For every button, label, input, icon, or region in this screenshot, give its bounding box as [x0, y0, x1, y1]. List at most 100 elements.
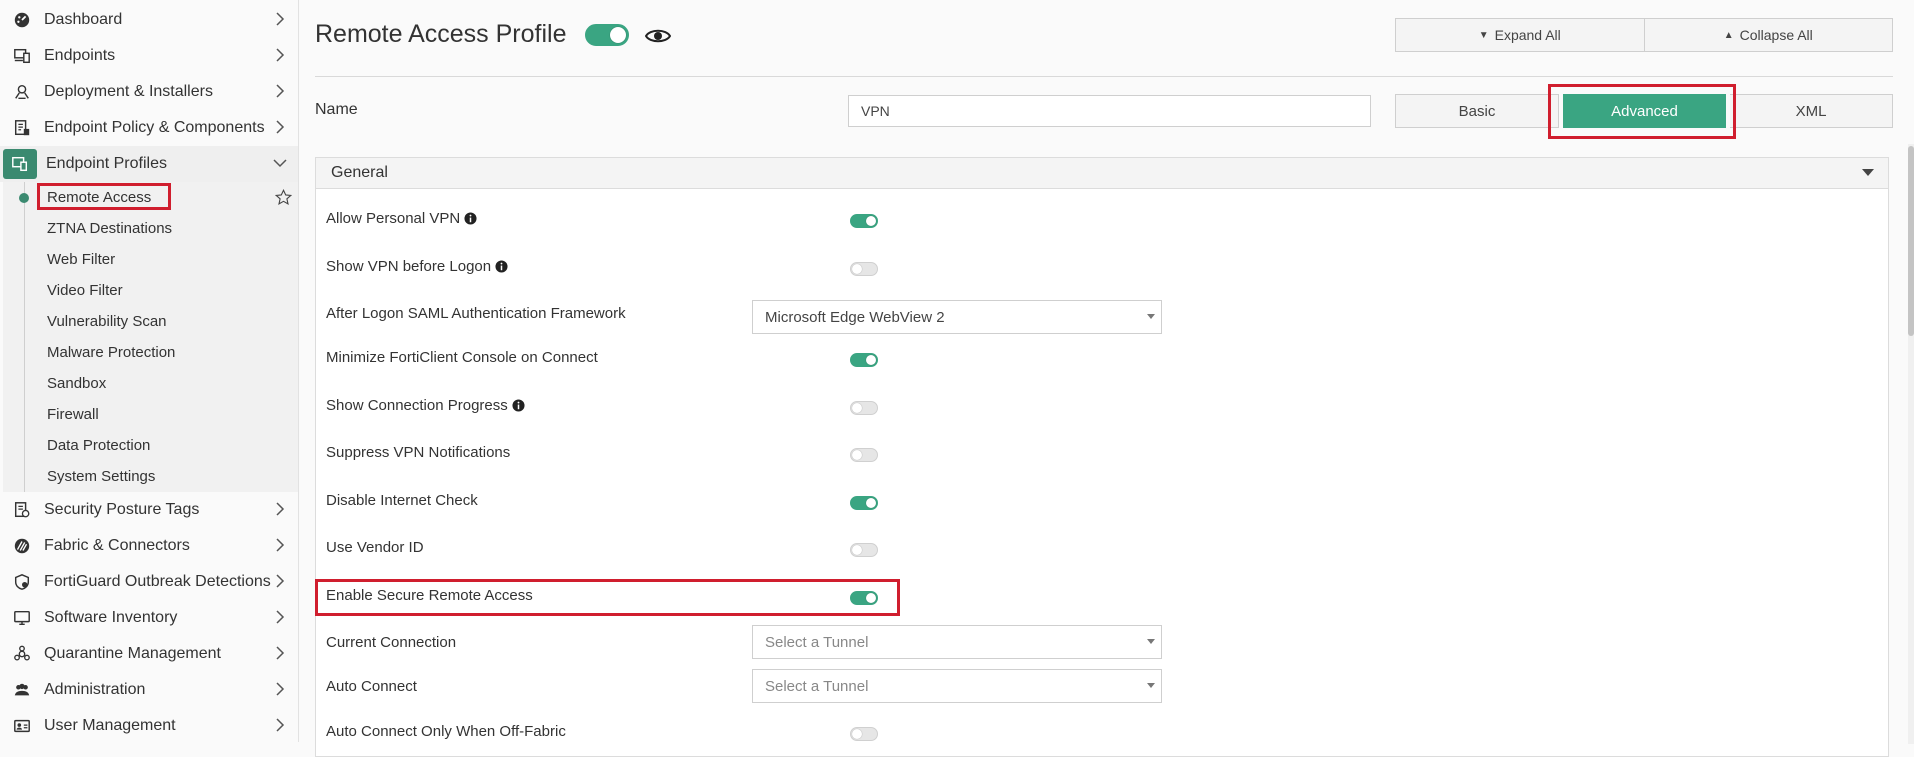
show-connection-progress-toggle[interactable]	[850, 401, 878, 415]
sidebar-item-label: Administration	[44, 681, 146, 698]
sidebar-item-fabric-connectors[interactable]: Fabric & Connectors	[0, 528, 298, 564]
advanced-highlight-box	[1548, 84, 1736, 139]
row-label: Suppress VPN Notifications	[326, 444, 511, 461]
sidebar-subitem-label: Firewall	[47, 406, 99, 423]
sidebar-subitem-video-filter[interactable]: Video Filter	[3, 275, 298, 306]
info-icon[interactable]	[512, 399, 525, 412]
sidebar-item-label: Deployment & Installers	[44, 83, 213, 100]
profile-enabled-toggle[interactable]	[585, 24, 629, 46]
policy-icon	[12, 118, 32, 138]
sidebar-item-label: Quarantine Management	[44, 645, 221, 662]
sidebar-item-endpoints[interactable]: Endpoints	[0, 38, 298, 74]
deployment-icon	[12, 82, 32, 102]
sidebar-subitem-web-filter[interactable]: Web Filter	[3, 244, 298, 275]
sidebar-subitem-label: Data Protection	[47, 437, 151, 454]
row-label: Current Connection	[326, 634, 457, 651]
sidebar-subitem-remote-access[interactable]: Remote Access	[3, 182, 298, 213]
xml-mode-button[interactable]: XML	[1730, 94, 1893, 128]
sidebar-item-deployment[interactable]: Deployment & Installers	[0, 74, 298, 110]
collapse-all-label: Collapse All	[1739, 27, 1813, 43]
basic-mode-button[interactable]: Basic	[1395, 94, 1559, 128]
info-icon[interactable]	[464, 212, 477, 225]
basic-mode-label: Basic	[1458, 102, 1496, 120]
sidebar-item-label: Endpoint Policy & Components	[44, 119, 265, 136]
sidebar-item-fortiguard-outbreak[interactable]: FortiGuard Outbreak Detections	[0, 564, 298, 600]
scrollbar-thumb[interactable]	[1908, 146, 1914, 336]
auto-connect-select[interactable]: Select a Tunnel	[752, 669, 1162, 703]
general-panel-title: General	[331, 164, 388, 181]
chevron-right-icon	[276, 574, 285, 588]
sidebar: Dashboard Endpoints Deployment & Install…	[0, 0, 299, 742]
chevron-right-icon	[276, 682, 285, 696]
sidebar-subitem-firewall[interactable]: Firewall	[3, 399, 298, 430]
suppress-vpn-notifications-toggle[interactable]	[850, 448, 878, 462]
current-connection-select[interactable]: Select a Tunnel	[752, 625, 1162, 659]
inventory-icon	[12, 608, 32, 628]
sidebar-item-user-management[interactable]: User Management	[0, 708, 298, 742]
show-vpn-before-logon-toggle[interactable]	[850, 262, 878, 276]
name-input[interactable]: VPN	[848, 95, 1371, 127]
sidebar-item-dashboard[interactable]: Dashboard	[0, 2, 298, 38]
expand-all-label: Expand All	[1494, 27, 1561, 43]
collapse-all-button[interactable]: ▲ Collapse All	[1644, 18, 1893, 52]
chevron-down-icon	[273, 159, 287, 168]
chevron-right-icon	[276, 646, 285, 660]
name-label: Name	[315, 101, 358, 118]
highlight-box	[37, 183, 171, 210]
sidebar-subitem-label: ZTNA Destinations	[47, 220, 173, 237]
eye-icon[interactable]	[645, 26, 671, 46]
caret-down-icon: ▼	[1478, 29, 1489, 41]
row-label: Minimize FortiClient Console on Connect	[326, 349, 598, 366]
auto-connect-off-fabric-toggle[interactable]	[850, 727, 878, 741]
row-label: After Logon SAML Authentication Framewor…	[326, 305, 626, 322]
expand-collapse-group: ▼ Expand All ▲ Collapse All	[1395, 18, 1893, 52]
sidebar-item-administration[interactable]: Administration	[0, 672, 298, 708]
caret-up-icon: ▲	[1723, 29, 1734, 41]
sidebar-subitem-data-protection[interactable]: Data Protection	[3, 430, 298, 461]
sidebar-subitem-system-settings[interactable]: System Settings	[3, 461, 298, 492]
sidebar-item-security-posture-tags[interactable]: Security Posture Tags	[0, 492, 298, 528]
use-vendor-id-toggle[interactable]	[850, 543, 878, 557]
info-icon[interactable]	[495, 260, 508, 273]
header-divider	[315, 76, 1893, 77]
sidebar-subitem-label: System Settings	[47, 468, 156, 485]
sidebar-subitem-malware-protection[interactable]: Malware Protection	[3, 337, 298, 368]
sidebar-item-quarantine-management[interactable]: Quarantine Management	[0, 636, 298, 672]
sidebar-subitem-ztna-destinations[interactable]: ZTNA Destinations	[3, 213, 298, 244]
disable-internet-check-toggle[interactable]	[850, 496, 878, 510]
general-panel: General Allow Personal VPN Show VPN befo…	[315, 157, 1889, 757]
row-label: Show Connection Progress	[326, 397, 508, 414]
sidebar-item-label: Endpoint Profiles	[46, 155, 167, 172]
sidebar-item-software-inventory[interactable]: Software Inventory	[0, 600, 298, 636]
secure-remote-access-highlight-box	[315, 579, 900, 616]
chevron-right-icon	[276, 538, 285, 552]
fabric-icon	[12, 536, 32, 556]
sidebar-subitem-label: Malware Protection	[47, 344, 176, 361]
endpoints-icon	[12, 46, 32, 66]
allow-personal-vpn-toggle[interactable]	[850, 214, 878, 228]
chevron-right-icon	[276, 84, 285, 98]
minimize-console-toggle[interactable]	[850, 353, 878, 367]
saml-framework-select[interactable]: Microsoft Edge WebView 2	[752, 300, 1162, 334]
sidebar-item-endpoint-policy[interactable]: Endpoint Policy & Components	[0, 110, 298, 146]
row-label: Show VPN before Logon	[326, 258, 492, 275]
sidebar-subitem-label: Web Filter	[47, 251, 116, 268]
chevron-right-icon	[276, 48, 285, 62]
dashboard-icon	[12, 10, 32, 30]
sidebar-item-label: Software Inventory	[44, 609, 178, 626]
row-label: Allow Personal VPN	[326, 210, 461, 227]
star-icon[interactable]	[275, 189, 292, 206]
chevron-right-icon	[276, 12, 285, 26]
sidebar-item-label: FortiGuard Outbreak Detections	[44, 573, 271, 590]
sidebar-subitem-sandbox[interactable]: Sandbox	[3, 368, 298, 399]
tags-icon	[12, 500, 32, 520]
row-label: Auto Connect	[326, 678, 417, 695]
dropdown-arrow-icon	[1147, 683, 1155, 688]
sidebar-subitem-label: Sandbox	[47, 375, 107, 392]
row-label: Use Vendor ID	[326, 539, 424, 556]
general-panel-header[interactable]: General	[316, 158, 1888, 189]
sidebar-item-endpoint-profiles[interactable]: Endpoint Profiles	[0, 146, 298, 182]
expand-all-button[interactable]: ▼ Expand All	[1395, 18, 1645, 52]
sidebar-subitem-label: Vulnerability Scan	[47, 313, 167, 330]
sidebar-subitem-vulnerability-scan[interactable]: Vulnerability Scan	[3, 306, 298, 337]
